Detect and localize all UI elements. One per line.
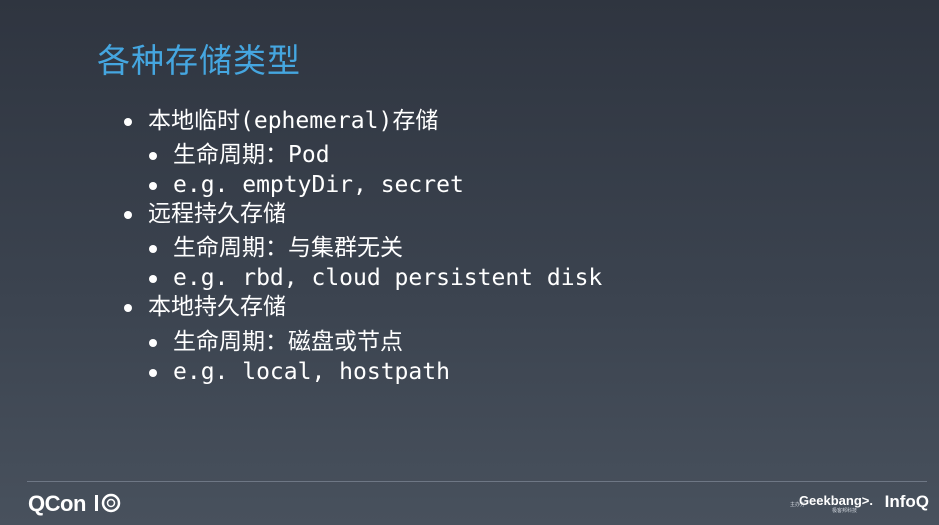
infoq-logo: InfoQ [884,492,929,511]
bullet-dot-icon [149,152,157,160]
bullet-dot-icon [149,339,157,347]
bullet-dot-icon [149,369,157,377]
bullet-text: 生命周期：与集群无关 [173,235,403,261]
bullet-text: e.g. local, hostpath [173,359,450,385]
bullet-text: 本地临时(ephemeral)存储 [148,108,439,134]
bullet-dot-icon [124,118,132,126]
bullet-dot-icon [124,304,132,312]
footer-divider [27,481,927,482]
bullet-dot-icon [149,275,157,283]
qcon-logo: QCon [28,491,86,516]
bullet-text: 本地持久存储 [148,294,286,320]
slide-title: 各种存储类型 [97,41,301,80]
bullet-text: e.g. rbd, cloud persistent disk [173,265,603,291]
bullet-text: 生命周期：Pod [173,142,330,168]
qcon-ten-anniversary-icon [95,493,121,513]
geekbang-subtitle: 极客邦科技 [831,508,857,514]
bullet-dot-icon [124,211,132,219]
bullet-text: 远程持久存储 [148,201,286,227]
geekbang-logo: Geekbang>. [798,493,873,508]
bullet-text: 生命周期：磁盘或节点 [173,329,403,355]
bullet-dot-icon [149,182,157,190]
slide: 各种存储类型 本地临时(ephemeral)存储 生命周期：Pod e.g. e… [0,0,939,525]
bullet-text: e.g. emptyDir, secret [173,172,464,198]
sponsor-logos: 主办方 Geekbang>. 极客邦科技 InfoQ [789,492,929,514]
bullet-dot-icon [149,245,157,253]
